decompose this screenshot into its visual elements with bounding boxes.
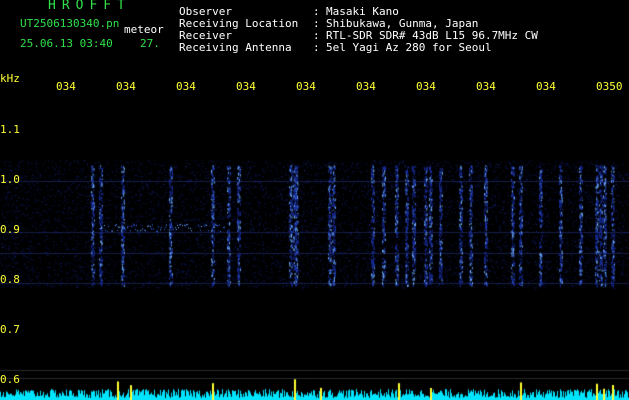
freq-tick: 0.7 (0, 323, 20, 336)
freq-tick: 0.6 (0, 373, 20, 386)
time-tick: 034 (536, 80, 556, 93)
freq-tick: 0.8 (0, 273, 20, 286)
spectrogram-canvas (0, 0, 629, 400)
time-tick: 034 (296, 80, 316, 93)
antenna-separator: : (313, 41, 320, 54)
freq-tick: 0.9 (0, 223, 20, 236)
time-tick: 034 (476, 80, 496, 93)
antenna-label: Receiving Antenna (179, 41, 292, 54)
freq-tick: 1.0 (0, 173, 20, 186)
time-tick: 034 (236, 80, 256, 93)
time-tick: 0350 (596, 80, 623, 93)
meteor-count: 27. (140, 37, 160, 50)
frequency-unit-label: kHz (0, 72, 20, 85)
detection-tag: meteor (124, 23, 164, 36)
file-name: UT2506130340.pn (20, 17, 120, 30)
app-brand: HROFFT (48, 0, 131, 13)
freq-tick: 1.1 (0, 123, 20, 136)
time-tick: 034 (356, 80, 376, 93)
time-tick: 034 (416, 80, 436, 93)
time-tick: 034 (56, 80, 76, 93)
timestamp: 25.06.13 03:40 (20, 37, 113, 50)
time-tick: 034 (116, 80, 136, 93)
antenna-value: 5el Yagi Az 280 for Seoul (326, 41, 492, 54)
time-tick: 034 (176, 80, 196, 93)
